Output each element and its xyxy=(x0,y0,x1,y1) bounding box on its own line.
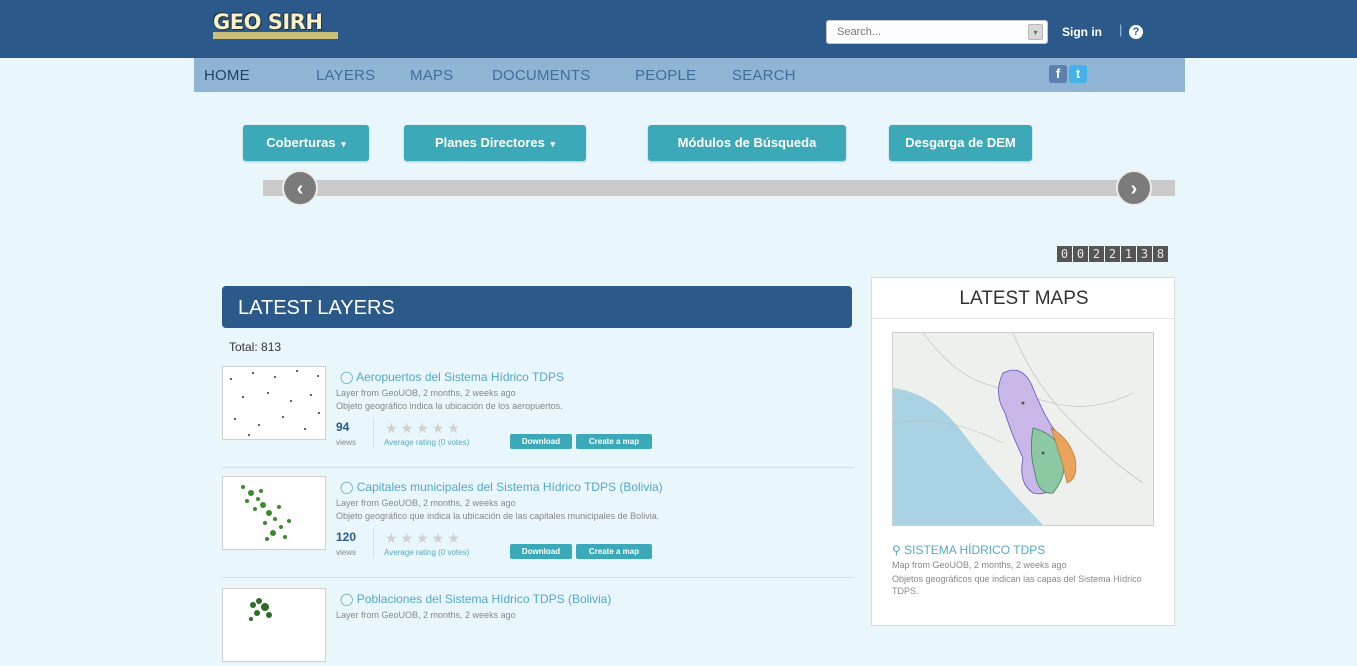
populations-thumbnail xyxy=(249,598,272,621)
map-thumbnail[interactable] xyxy=(892,332,1154,526)
layer-description: Objeto geográfico que indica la ubicació… xyxy=(336,511,660,521)
modulos-busqueda-button[interactable]: Módulos de Búsqueda xyxy=(648,125,846,161)
top-header: GEO SIRH ▾ Sign in | ? xyxy=(0,0,1357,58)
layer-title-link[interactable]: ◯ Capitales municipales del Sistema Hídr… xyxy=(340,480,663,494)
download-button[interactable]: Download xyxy=(510,544,572,559)
carousel-track xyxy=(263,180,1175,196)
nav-home[interactable]: HOME xyxy=(204,67,250,84)
layer-title: Capitales municipales del Sistema Hídric… xyxy=(356,480,663,494)
header-separator: | xyxy=(1119,22,1123,37)
layer-title-link[interactable]: ◯ Poblaciones del Sistema Hídrico TDPS (… xyxy=(340,592,611,606)
caret-down-icon: ▾ xyxy=(341,139,346,149)
rating-text: Average rating (0 votes) xyxy=(384,438,470,447)
layer-meta: Layer from GeoUOB, 2 months, 2 weeks ago xyxy=(336,388,516,398)
divider xyxy=(222,467,854,468)
counter-digit: 8 xyxy=(1153,246,1168,262)
caret-down-icon: ▾ xyxy=(550,139,555,149)
airport-points-thumbnail xyxy=(230,370,320,436)
views-count: 94 xyxy=(336,420,350,434)
search-box: ▾ xyxy=(826,20,1048,44)
views-label: views xyxy=(336,438,357,447)
help-icon[interactable]: ? xyxy=(1129,25,1143,39)
list-item: · · · ◯ Capitales municipales del Sistema … xyxy=(222,476,854,584)
latest-layers-title: LATEST LAYERS xyxy=(222,286,852,328)
nav-layers[interactable]: LAYERS xyxy=(316,67,375,84)
layer-title: Aeropuertos del Sistema Hídrico TDPS xyxy=(356,370,564,384)
nav-documents[interactable]: DOCUMENTS xyxy=(492,67,590,84)
layers-total: Total: 813 xyxy=(229,340,282,354)
visit-counter: 0 0 2 2 1 3 8 xyxy=(1056,246,1168,262)
map-title: SISTEMA HÍDRICO TDPS xyxy=(904,543,1046,557)
coberturas-label: Coberturas xyxy=(266,135,336,150)
star-rating[interactable]: ★★★★★ xyxy=(385,530,463,547)
counter-digit: 3 xyxy=(1137,246,1152,262)
map-meta: Map from GeoUOB, 2 months, 2 weeks ago xyxy=(892,560,1067,570)
divider xyxy=(872,318,1174,319)
svg-text:·: · xyxy=(233,482,234,486)
twitter-icon[interactable]: t xyxy=(1069,65,1087,83)
download-button[interactable]: Download xyxy=(510,434,572,449)
logo-text: GEO SIRH xyxy=(213,10,323,34)
divider xyxy=(222,577,854,578)
create-map-button[interactable]: Create a map xyxy=(576,434,652,449)
create-map-button[interactable]: Create a map xyxy=(576,544,652,559)
counter-digit: 0 xyxy=(1073,246,1088,262)
coberturas-dropdown-button[interactable]: Coberturas ▾ xyxy=(243,125,369,161)
layer-thumbnail[interactable] xyxy=(222,366,326,440)
svg-text:·: · xyxy=(293,494,294,498)
star-rating[interactable]: ★★★★★ xyxy=(385,420,463,437)
layer-meta: Layer from GeoUOB, 2 months, 2 weeks ago xyxy=(336,610,516,620)
counter-digit: 1 xyxy=(1121,246,1136,262)
layer-thumbnail[interactable]: · · · xyxy=(222,476,326,550)
main-nav: HOME LAYERS MAPS DOCUMENTS PEOPLE SEARCH… xyxy=(194,58,1185,92)
search-input[interactable] xyxy=(827,21,1027,43)
planes-directores-dropdown-button[interactable]: Planes Directores ▾ xyxy=(404,125,586,161)
carousel-prev-icon[interactable]: ‹ xyxy=(282,170,318,206)
search-dropdown-icon[interactable]: ▾ xyxy=(1028,24,1043,40)
divider xyxy=(373,528,374,558)
counter-digit: 2 xyxy=(1105,246,1120,262)
latest-maps-title: LATEST MAPS xyxy=(959,288,1089,309)
tdps-map-image xyxy=(892,332,1153,525)
logo-subtitle-strip xyxy=(213,32,338,39)
svg-text:·: · xyxy=(295,526,296,530)
divider xyxy=(373,418,374,448)
counter-digit: 2 xyxy=(1089,246,1104,262)
geosirh-logo[interactable]: GEO SIRH xyxy=(213,10,338,39)
list-item: ◯ Poblaciones del Sistema Hídrico TDPS (… xyxy=(222,588,854,662)
descarga-dem-button[interactable]: Desgarga de DEM xyxy=(889,125,1032,161)
layer-title-link[interactable]: ◯ Aeropuertos del Sistema Hídrico TDPS xyxy=(340,370,564,384)
facebook-icon[interactable]: f xyxy=(1049,65,1067,83)
municipal-capitals-thumbnail: · · · xyxy=(233,482,296,541)
map-title-link[interactable]: ⚲ SISTEMA HÍDRICO TDPS xyxy=(892,543,1045,557)
views-label: views xyxy=(336,548,357,557)
list-item: ◯ Aeropuertos del Sistema Hídrico TDPS L… xyxy=(222,366,854,474)
layer-meta: Layer from GeoUOB, 2 months, 2 weeks ago xyxy=(336,498,516,508)
layer-title: Poblaciones del Sistema Hídrico TDPS (Bo… xyxy=(356,592,612,606)
nav-people[interactable]: PEOPLE xyxy=(635,67,696,84)
sign-in-link[interactable]: Sign in xyxy=(1062,25,1102,39)
latest-maps-panel: LATEST MAPS ⚲ SISTEMA HÍDRICO TDPS Map f… xyxy=(871,277,1175,626)
layer-description: Objeto geográfico indica la ubicación de… xyxy=(336,401,563,411)
rating-text: Average rating (0 votes) xyxy=(384,548,470,557)
nav-maps[interactable]: MAPS xyxy=(410,67,453,84)
views-count: 120 xyxy=(336,530,357,544)
nav-search[interactable]: SEARCH xyxy=(732,67,796,84)
planes-directores-label: Planes Directores xyxy=(435,135,545,150)
map-description: Objetos geográficos que indican las capa… xyxy=(892,574,1142,596)
counter-digit: 0 xyxy=(1057,246,1072,262)
carousel-next-icon[interactable]: › xyxy=(1116,170,1152,206)
layer-thumbnail[interactable] xyxy=(222,588,326,662)
